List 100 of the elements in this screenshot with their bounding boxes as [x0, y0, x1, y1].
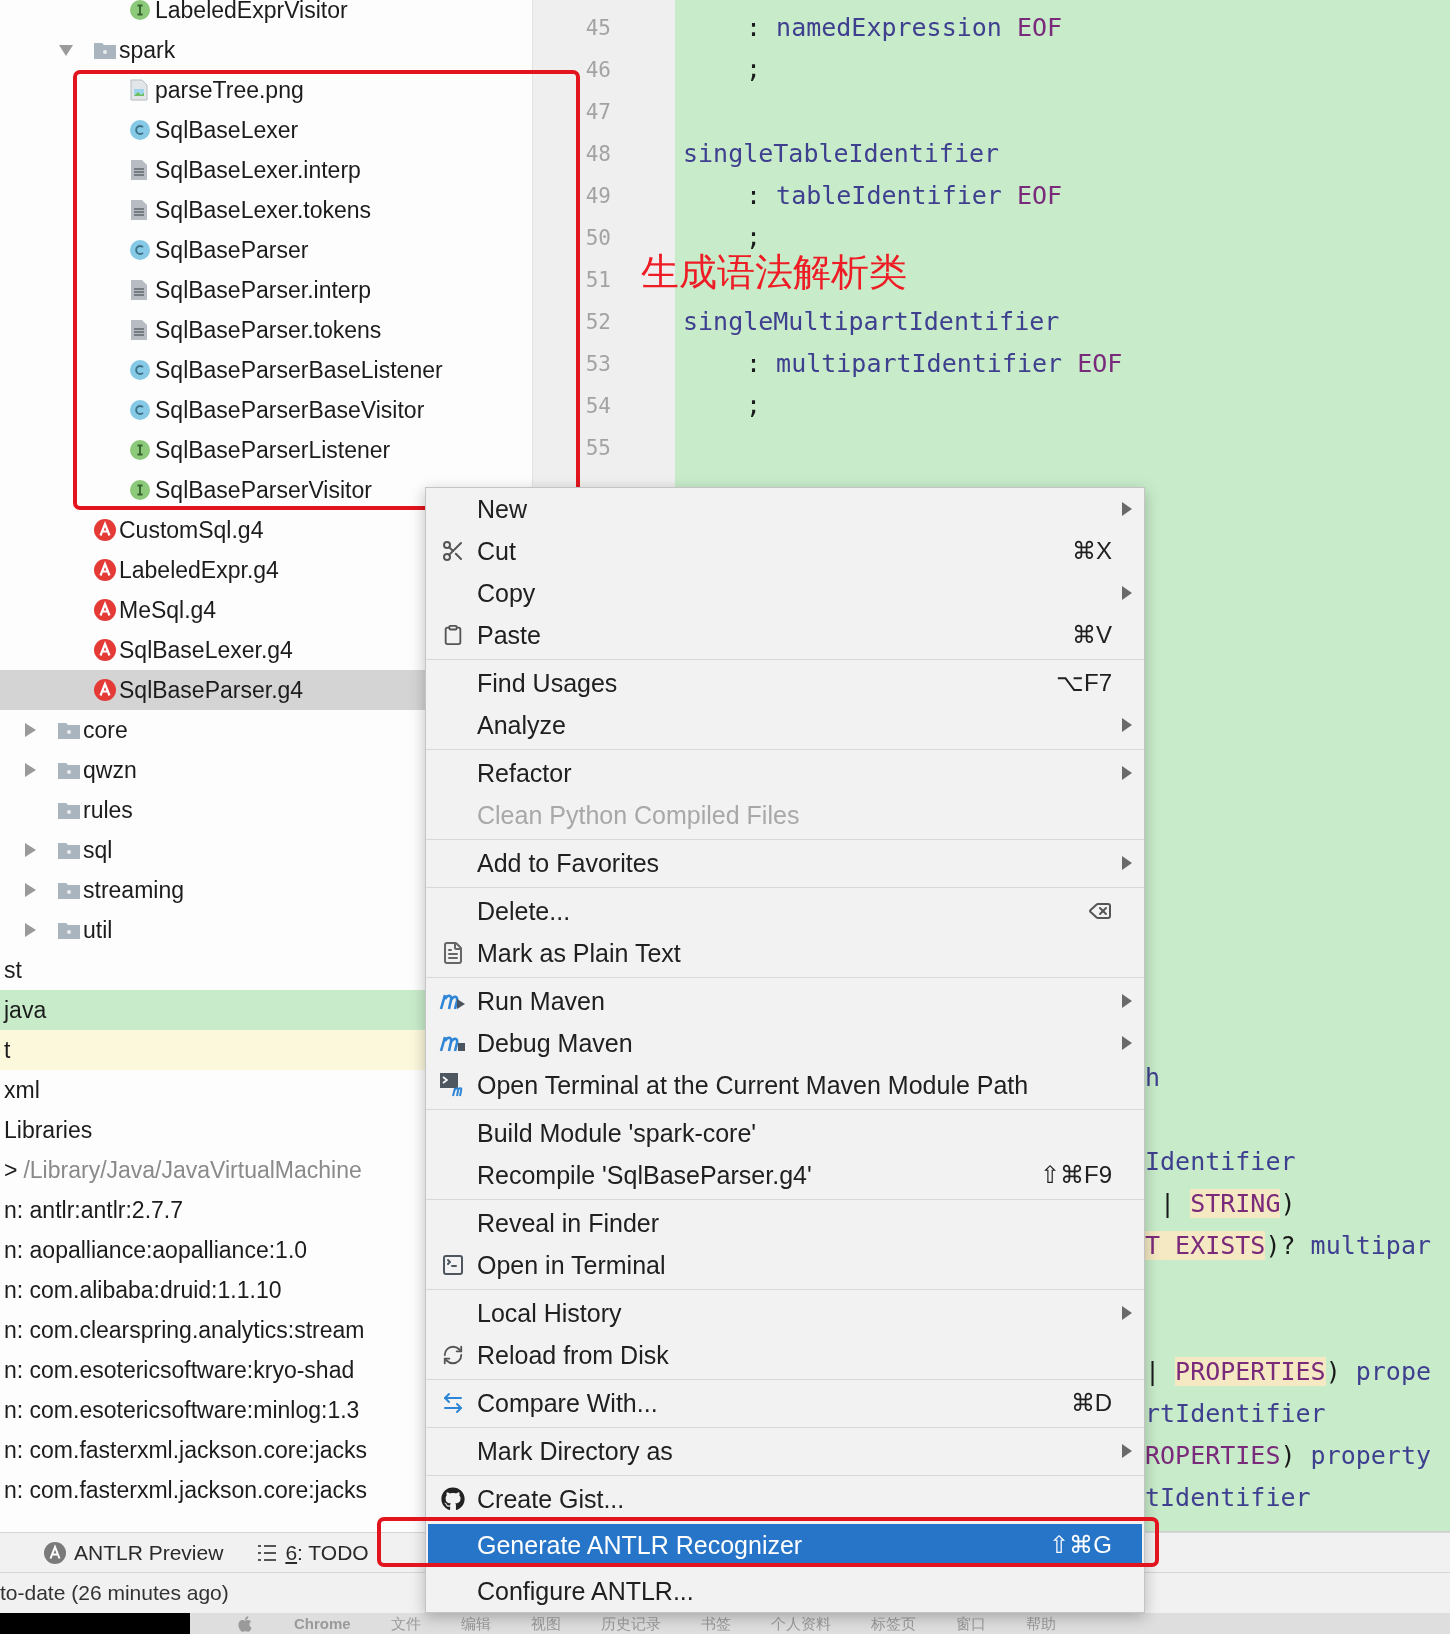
line-number: 53	[585, 351, 611, 378]
todo-button[interactable]: 6: TODO	[257, 1540, 369, 1565]
tree-item[interactable]: SqlBaseParserBaseListener	[0, 350, 532, 390]
line-number: 54	[585, 393, 611, 420]
item-label: SqlBaseParser	[154, 236, 309, 264]
item-label: SqlBaseParserListener	[154, 436, 391, 464]
item-label: t	[3, 1036, 11, 1064]
menu-item[interactable]: Mark as Plain Text	[428, 932, 1142, 974]
tree-item[interactable]: spark	[0, 30, 532, 70]
tree-item[interactable]: SqlBaseParserListener	[0, 430, 532, 470]
class-icon	[130, 240, 150, 260]
item-label: parseTree.png	[154, 76, 304, 104]
code-line: tIdentifier	[1145, 1482, 1311, 1514]
line-number: 51	[585, 267, 611, 294]
item-label: SqlBaseParserBaseVisitor	[154, 396, 425, 424]
collapsed-arrow-icon[interactable]	[22, 722, 38, 738]
code-line: Identifier	[1145, 1146, 1296, 1178]
item-label: SqlBaseLexer	[154, 116, 299, 144]
item-path: /Library/Java/JavaVirtualMachine	[22, 1156, 362, 1184]
text-file-icon	[130, 279, 148, 301]
status-text: to-date (26 minutes ago)	[0, 1581, 229, 1605]
class-icon	[130, 120, 150, 140]
antlr-preview-button[interactable]: ANTLR Preview	[44, 1540, 224, 1565]
tree-item[interactable]: SqlBaseParser	[0, 230, 532, 270]
tree-item[interactable]: SqlBaseLexer.tokens	[0, 190, 532, 230]
tree-item[interactable]: SqlBaseParser.tokens	[0, 310, 532, 350]
code-line: ROPERTIES) property	[1145, 1440, 1431, 1472]
tree-item[interactable]: SqlBaseParserBaseVisitor	[0, 390, 532, 430]
line-number: 47	[585, 99, 611, 126]
code-line: | PROPERTIES) prope	[1145, 1356, 1431, 1388]
menu-item[interactable]: Recompile 'SqlBaseParser.g4' ⇧⌘F9	[428, 1154, 1142, 1196]
folder-icon	[58, 881, 80, 899]
menu-item[interactable]: Configure ANTLR...	[428, 1570, 1142, 1612]
scissors-icon	[440, 539, 465, 563]
code-line: singleTableIdentifier	[683, 138, 1000, 170]
menu-item[interactable]: Refactor	[428, 752, 1142, 794]
item-label: SqlBaseParser.tokens	[154, 316, 382, 344]
menu-item[interactable]: Reveal in Finder	[428, 1202, 1142, 1244]
item-label: SqlBaseLexer.g4	[118, 636, 293, 664]
item-label: SqlBaseParserVisitor	[154, 476, 372, 504]
item-label: core	[82, 716, 128, 744]
list-icon	[257, 1543, 278, 1562]
expanded-arrow-icon[interactable]	[58, 42, 74, 58]
line-number: 52	[585, 309, 611, 336]
annotation-text: 生成语法解析类	[641, 250, 907, 294]
collapsed-arrow-icon[interactable]	[22, 882, 38, 898]
item-label: LabeledExprVisitor	[154, 0, 348, 24]
menu-item[interactable]: Open in Terminal	[428, 1244, 1142, 1286]
folder-icon	[58, 761, 80, 779]
menu-item[interactable]: Compare With... ⌘D	[428, 1382, 1142, 1424]
code-line: ;	[746, 390, 762, 422]
tree-item[interactable]: SqlBaseLexer.interp	[0, 150, 532, 190]
menu-item[interactable]: Local History	[428, 1292, 1142, 1334]
antlr-file-icon	[94, 679, 116, 701]
item-label: spark	[118, 36, 176, 64]
menu-item[interactable]: Reload from Disk	[428, 1334, 1142, 1376]
line-number: 49	[585, 183, 611, 210]
collapsed-arrow-icon[interactable]	[22, 762, 38, 778]
text-file-icon	[130, 199, 148, 221]
item-label: n: com.alibaba:druid:1.1.10	[3, 1276, 282, 1304]
menu-item[interactable]: Create Gist...	[428, 1478, 1142, 1520]
tree-item[interactable]: SqlBaseLexer	[0, 110, 532, 150]
menu-item[interactable]: Cut ⌘X	[428, 530, 1142, 572]
menu-item[interactable]: New	[428, 488, 1142, 530]
item-label: MeSql.g4	[118, 596, 217, 624]
folder-icon	[58, 841, 80, 859]
interface-icon	[130, 480, 150, 500]
menu-item[interactable]: Add to Favorites	[428, 842, 1142, 884]
item-label: SqlBaseParserBaseListener	[154, 356, 443, 384]
code-line: : tableIdentifier EOF	[746, 180, 1063, 212]
menu-item[interactable]: Paste ⌘V	[428, 614, 1142, 656]
class-icon	[130, 360, 150, 380]
menu-item[interactable]: Build Module 'spark-core'	[428, 1112, 1142, 1154]
github-icon	[440, 1487, 465, 1511]
apple-icon[interactable]	[236, 1614, 254, 1633]
code-line: ;	[746, 54, 762, 86]
class-icon	[130, 400, 150, 420]
code-line: : namedExpression EOF	[746, 12, 1063, 44]
code-line: : multipartIdentifier EOF	[746, 348, 1123, 380]
tree-item[interactable]: parseTree.png	[0, 70, 532, 110]
reload-icon	[441, 1344, 464, 1366]
item-label: SqlBaseLexer.interp	[154, 156, 361, 184]
tree-item[interactable]: SqlBaseParser.interp	[0, 270, 532, 310]
antlr-file-icon	[94, 519, 116, 541]
folder-icon	[94, 41, 116, 59]
interface-icon	[130, 0, 150, 20]
code-line: ;	[746, 222, 762, 253]
terminal-icon	[440, 1253, 465, 1277]
item-label: SqlBaseParser.interp	[154, 276, 372, 304]
item-label: java	[2, 996, 47, 1024]
menu-item[interactable]: Copy	[428, 572, 1142, 614]
menu-item[interactable]: Delete...	[428, 890, 1142, 932]
menu-item[interactable]: Generate ANTLR Recognizer ⇧⌘G	[428, 1524, 1142, 1566]
text-file-icon	[130, 319, 148, 341]
item-label: >	[3, 1156, 18, 1184]
collapsed-arrow-icon[interactable]	[22, 842, 38, 858]
line-number: 45	[585, 15, 611, 42]
menu-item[interactable]: Mark Directory as	[428, 1430, 1142, 1472]
tree-item[interactable]: LabeledExprVisitor	[0, 0, 532, 30]
collapsed-arrow-icon[interactable]	[22, 922, 38, 938]
